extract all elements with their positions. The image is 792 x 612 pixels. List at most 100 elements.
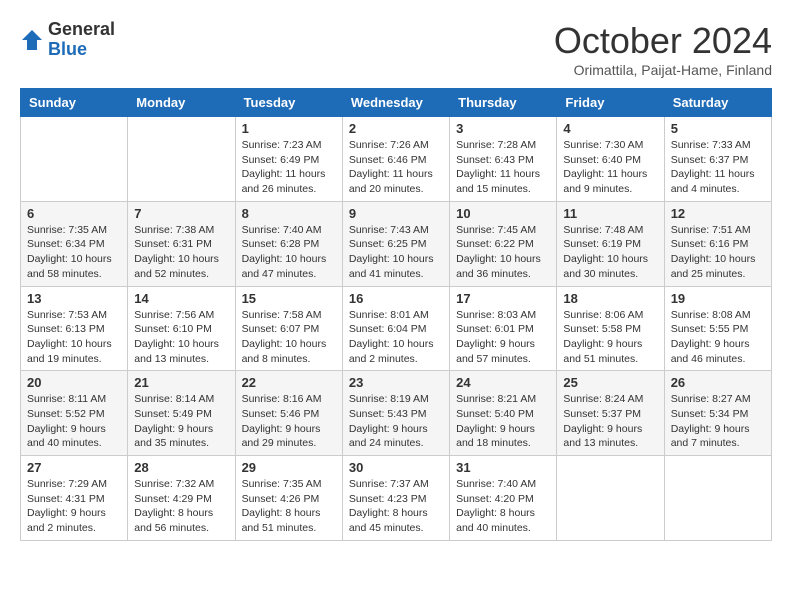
day-info: Sunrise: 8:27 AM Sunset: 5:34 PM Dayligh… xyxy=(671,392,765,451)
header-wednesday: Wednesday xyxy=(342,89,449,117)
day-info: Sunrise: 7:40 AM Sunset: 6:28 PM Dayligh… xyxy=(242,223,336,282)
calendar-week-row: 6 Sunrise: 7:35 AM Sunset: 6:34 PM Daylig… xyxy=(21,201,772,286)
day-info: Sunrise: 7:30 AM Sunset: 6:40 PM Dayligh… xyxy=(563,138,657,197)
day-info: Sunrise: 7:51 AM Sunset: 6:16 PM Dayligh… xyxy=(671,223,765,282)
page-header: General Blue October 2024 Orimattila, Pa… xyxy=(20,20,772,78)
calendar-cell: 13 Sunrise: 7:53 AM Sunset: 6:13 PM Dayli… xyxy=(21,286,128,371)
logo: General Blue xyxy=(20,20,115,60)
logo-icon xyxy=(20,28,44,52)
day-info: Sunrise: 7:53 AM Sunset: 6:13 PM Dayligh… xyxy=(27,308,121,367)
calendar-cell: 9Sunrise: 7:43 AM Sunset: 6:25 PM Daylig… xyxy=(342,201,449,286)
calendar-table: SundayMondayTuesdayWednesdayThursdayFrid… xyxy=(20,88,772,541)
calendar-cell: 17 Sunrise: 8:03 AM Sunset: 6:01 PM Dayli… xyxy=(450,286,557,371)
day-number: 17 xyxy=(456,291,550,306)
title-block: October 2024 Orimattila, Paijat-Hame, Fi… xyxy=(554,20,772,78)
day-number: 16 xyxy=(349,291,443,306)
calendar-cell: 28 Sunrise: 7:32 AM Sunset: 4:29 PM Dayli… xyxy=(128,456,235,541)
calendar-cell: 29Sunrise: 7:35 AM Sunset: 4:26 PM Dayli… xyxy=(235,456,342,541)
day-info: Sunrise: 7:58 AM Sunset: 6:07 PM Dayligh… xyxy=(242,308,336,367)
calendar-cell: 20Sunrise: 8:11 AM Sunset: 5:52 PM Dayli… xyxy=(21,371,128,456)
day-info: Sunrise: 7:23 AM Sunset: 6:49 PM Dayligh… xyxy=(242,138,336,197)
calendar-cell: 27Sunrise: 7:29 AM Sunset: 4:31 PM Dayli… xyxy=(21,456,128,541)
day-info: Sunrise: 7:37 AM Sunset: 4:23 PM Dayligh… xyxy=(349,477,443,536)
calendar-cell: 16 Sunrise: 8:01 AM Sunset: 6:04 PM Dayli… xyxy=(342,286,449,371)
logo-text: General Blue xyxy=(48,20,115,60)
day-info: Sunrise: 7:40 AM Sunset: 4:20 PM Dayligh… xyxy=(456,477,550,536)
day-number: 11 xyxy=(563,206,657,221)
day-info: Sunrise: 7:26 AM Sunset: 6:46 PM Dayligh… xyxy=(349,138,443,197)
calendar-cell: 4 Sunrise: 7:30 AM Sunset: 6:40 PM Daylig… xyxy=(557,117,664,202)
header-tuesday: Tuesday xyxy=(235,89,342,117)
calendar-cell: 3Sunrise: 7:28 AM Sunset: 6:43 PM Daylig… xyxy=(450,117,557,202)
calendar-cell xyxy=(664,456,771,541)
day-number: 19 xyxy=(671,291,765,306)
day-number: 4 xyxy=(563,121,657,136)
day-number: 13 xyxy=(27,291,121,306)
day-info: Sunrise: 8:16 AM Sunset: 5:46 PM Dayligh… xyxy=(242,392,336,451)
calendar-cell: 8 Sunrise: 7:40 AM Sunset: 6:28 PM Daylig… xyxy=(235,201,342,286)
calendar-cell xyxy=(557,456,664,541)
day-number: 8 xyxy=(242,206,336,221)
calendar-cell: 26 Sunrise: 8:27 AM Sunset: 5:34 PM Dayli… xyxy=(664,371,771,456)
day-info: Sunrise: 7:43 AM Sunset: 6:25 PM Dayligh… xyxy=(349,223,443,282)
calendar-cell: 7Sunrise: 7:38 AM Sunset: 6:31 PM Daylig… xyxy=(128,201,235,286)
day-number: 6 xyxy=(27,206,121,221)
day-info: Sunrise: 8:14 AM Sunset: 5:49 PM Dayligh… xyxy=(134,392,228,451)
day-info: Sunrise: 8:19 AM Sunset: 5:43 PM Dayligh… xyxy=(349,392,443,451)
calendar-cell: 18Sunrise: 8:06 AM Sunset: 5:58 PM Dayli… xyxy=(557,286,664,371)
calendar-cell xyxy=(21,117,128,202)
header-sunday: Sunday xyxy=(21,89,128,117)
day-info: Sunrise: 8:03 AM Sunset: 6:01 PM Dayligh… xyxy=(456,308,550,367)
calendar-cell: 24 Sunrise: 8:21 AM Sunset: 5:40 PM Dayli… xyxy=(450,371,557,456)
calendar-cell: 6 Sunrise: 7:35 AM Sunset: 6:34 PM Daylig… xyxy=(21,201,128,286)
day-number: 7 xyxy=(134,206,228,221)
day-info: Sunrise: 7:35 AM Sunset: 6:34 PM Dayligh… xyxy=(27,223,121,282)
logo-general: General xyxy=(48,20,115,40)
day-number: 15 xyxy=(242,291,336,306)
calendar-cell: 2 Sunrise: 7:26 AM Sunset: 6:46 PM Daylig… xyxy=(342,117,449,202)
day-number: 27 xyxy=(27,460,121,475)
day-info: Sunrise: 8:08 AM Sunset: 5:55 PM Dayligh… xyxy=(671,308,765,367)
day-info: Sunrise: 8:01 AM Sunset: 6:04 PM Dayligh… xyxy=(349,308,443,367)
day-number: 22 xyxy=(242,375,336,390)
month-title: October 2024 xyxy=(554,20,772,62)
day-info: Sunrise: 7:33 AM Sunset: 6:37 PM Dayligh… xyxy=(671,138,765,197)
calendar-cell: 25 Sunrise: 8:24 AM Sunset: 5:37 PM Dayli… xyxy=(557,371,664,456)
day-number: 28 xyxy=(134,460,228,475)
day-number: 1 xyxy=(242,121,336,136)
day-info: Sunrise: 7:48 AM Sunset: 6:19 PM Dayligh… xyxy=(563,223,657,282)
day-number: 21 xyxy=(134,375,228,390)
day-number: 14 xyxy=(134,291,228,306)
day-number: 20 xyxy=(27,375,121,390)
header-friday: Friday xyxy=(557,89,664,117)
day-info: Sunrise: 8:21 AM Sunset: 5:40 PM Dayligh… xyxy=(456,392,550,451)
calendar-cell: 14 Sunrise: 7:56 AM Sunset: 6:10 PM Dayli… xyxy=(128,286,235,371)
day-number: 2 xyxy=(349,121,443,136)
day-info: Sunrise: 7:32 AM Sunset: 4:29 PM Dayligh… xyxy=(134,477,228,536)
day-info: Sunrise: 7:45 AM Sunset: 6:22 PM Dayligh… xyxy=(456,223,550,282)
calendar-cell: 31 Sunrise: 7:40 AM Sunset: 4:20 PM Dayli… xyxy=(450,456,557,541)
calendar-week-row: 27Sunrise: 7:29 AM Sunset: 4:31 PM Dayli… xyxy=(21,456,772,541)
day-number: 31 xyxy=(456,460,550,475)
calendar-cell: 30 Sunrise: 7:37 AM Sunset: 4:23 PM Dayli… xyxy=(342,456,449,541)
header-thursday: Thursday xyxy=(450,89,557,117)
calendar-cell: 1 Sunrise: 7:23 AM Sunset: 6:49 PM Daylig… xyxy=(235,117,342,202)
day-number: 30 xyxy=(349,460,443,475)
header-monday: Monday xyxy=(128,89,235,117)
calendar-week-row: 13 Sunrise: 7:53 AM Sunset: 6:13 PM Dayli… xyxy=(21,286,772,371)
calendar-week-row: 1 Sunrise: 7:23 AM Sunset: 6:49 PM Daylig… xyxy=(21,117,772,202)
calendar-cell: 15 Sunrise: 7:58 AM Sunset: 6:07 PM Dayli… xyxy=(235,286,342,371)
day-number: 25 xyxy=(563,375,657,390)
day-number: 23 xyxy=(349,375,443,390)
calendar-cell: 22 Sunrise: 8:16 AM Sunset: 5:46 PM Dayli… xyxy=(235,371,342,456)
day-info: Sunrise: 8:24 AM Sunset: 5:37 PM Dayligh… xyxy=(563,392,657,451)
location-subtitle: Orimattila, Paijat-Hame, Finland xyxy=(554,62,772,78)
day-number: 26 xyxy=(671,375,765,390)
header-saturday: Saturday xyxy=(664,89,771,117)
calendar-cell: 12Sunrise: 7:51 AM Sunset: 6:16 PM Dayli… xyxy=(664,201,771,286)
day-number: 24 xyxy=(456,375,550,390)
day-info: Sunrise: 7:56 AM Sunset: 6:10 PM Dayligh… xyxy=(134,308,228,367)
logo-blue: Blue xyxy=(48,40,115,60)
day-info: Sunrise: 7:35 AM Sunset: 4:26 PM Dayligh… xyxy=(242,477,336,536)
calendar-cell: 21 Sunrise: 8:14 AM Sunset: 5:49 PM Dayli… xyxy=(128,371,235,456)
